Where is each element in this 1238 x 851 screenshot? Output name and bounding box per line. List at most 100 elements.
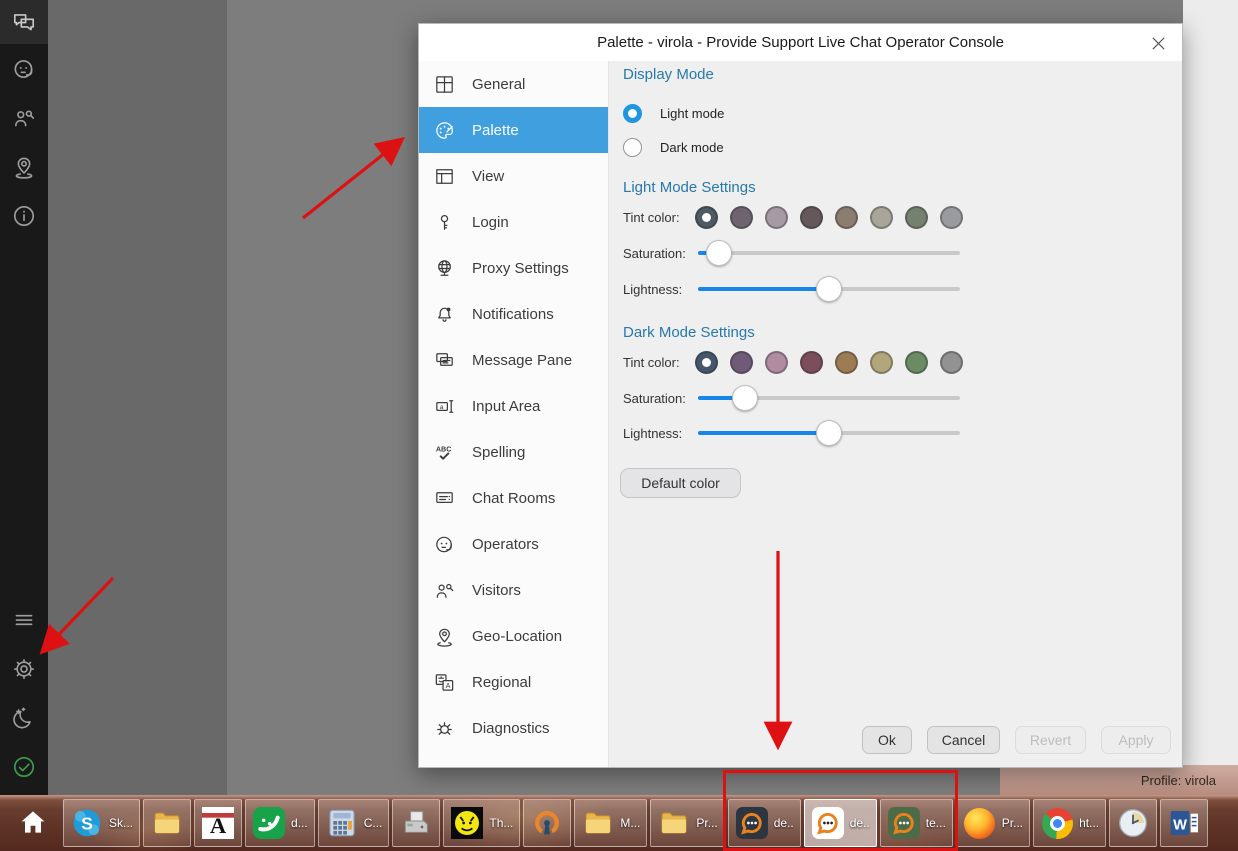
light-saturation-slider[interactable] bbox=[698, 240, 960, 266]
sidebar-item-visitors[interactable] bbox=[0, 93, 48, 142]
nav-item-proxy-settings[interactable]: Proxy Settings bbox=[419, 245, 608, 291]
light-lightness-row: Lightness: bbox=[623, 276, 960, 302]
cancel-button[interactable]: Cancel bbox=[927, 726, 1000, 754]
radio-unselected-icon[interactable] bbox=[623, 138, 642, 157]
word-icon: W bbox=[1167, 806, 1201, 840]
slider-thumb[interactable] bbox=[732, 385, 758, 411]
tint-swatch[interactable] bbox=[870, 206, 893, 229]
light-lightness-label: Lightness: bbox=[623, 282, 698, 297]
nav-item-login[interactable]: Login bbox=[419, 199, 608, 245]
sidebar-item-chats[interactable] bbox=[0, 0, 48, 44]
taskbar-item-skype[interactable]: SSk... bbox=[63, 799, 140, 847]
dark-saturation-row: Saturation: bbox=[623, 385, 960, 411]
tint-swatch[interactable] bbox=[905, 206, 928, 229]
taskbar-item-file-explorer[interactable] bbox=[143, 799, 191, 847]
tint-swatch[interactable] bbox=[730, 351, 753, 374]
svg-text:ABC: ABC bbox=[436, 445, 452, 453]
ok-button[interactable]: Ok bbox=[862, 726, 912, 754]
nav-item-label: Notifications bbox=[472, 306, 554, 323]
light-saturation-row: Saturation: bbox=[623, 240, 960, 266]
tint-swatch[interactable] bbox=[800, 351, 823, 374]
nav-item-general[interactable]: General bbox=[419, 61, 608, 107]
taskbar-item-openvpn[interactable] bbox=[523, 799, 571, 847]
taskbar-item-font-viewer[interactable]: A bbox=[194, 799, 242, 847]
tint-swatch-selected[interactable] bbox=[695, 351, 718, 374]
nav-item-visitors[interactable]: Visitors bbox=[419, 567, 608, 613]
sidebar-item-settings[interactable] bbox=[0, 644, 48, 693]
nav-item-notifications[interactable]: Notifications bbox=[419, 291, 608, 337]
tint-swatch[interactable] bbox=[870, 351, 893, 374]
light-settings-heading: Light Mode Settings bbox=[623, 179, 756, 196]
taskbar-item-th-app[interactable]: Th... bbox=[443, 799, 520, 847]
taskbar-item-chrome[interactable]: ht... bbox=[1033, 799, 1106, 847]
taskbar-item-home[interactable] bbox=[6, 799, 60, 845]
tint-swatch[interactable] bbox=[835, 206, 858, 229]
nav-item-input-area[interactable]: aInput Area bbox=[419, 383, 608, 429]
calculator-icon bbox=[325, 806, 359, 840]
taskbar-item-firefox[interactable]: Pr... bbox=[956, 799, 1030, 847]
nav-item-palette[interactable]: Palette bbox=[419, 107, 608, 153]
taskbar-item-word[interactable]: W bbox=[1160, 799, 1208, 847]
taskbar-item-printer[interactable] bbox=[392, 799, 440, 847]
taskbar-item-label: d... bbox=[291, 816, 308, 830]
slider-thumb[interactable] bbox=[816, 420, 842, 446]
slider-thumb[interactable] bbox=[706, 240, 732, 266]
sidebar-item-menu[interactable] bbox=[0, 595, 48, 644]
nav-item-geo-location[interactable]: Geo-Location bbox=[419, 613, 608, 659]
taskbar-item-label: C... bbox=[364, 816, 383, 830]
light-tint-row: Tint color: bbox=[623, 205, 963, 229]
moon-icon bbox=[11, 705, 37, 731]
taskbar-item-folder-pr[interactable]: Pr... bbox=[650, 799, 724, 847]
tint-swatch[interactable] bbox=[940, 351, 963, 374]
chat-rooms-icon bbox=[433, 487, 456, 510]
palette-icon bbox=[433, 119, 456, 142]
display-mode-option-dark-mode[interactable]: Dark mode bbox=[623, 130, 724, 164]
slider-thumb[interactable] bbox=[816, 276, 842, 302]
sidebar-item-night-mode[interactable] bbox=[0, 693, 48, 742]
nav-item-label: View bbox=[472, 168, 504, 185]
tint-swatch[interactable] bbox=[835, 351, 858, 374]
nav-item-diagnostics[interactable]: Diagnostics bbox=[419, 705, 608, 751]
sidebar-item-info[interactable] bbox=[0, 191, 48, 240]
skype-icon: S bbox=[70, 806, 104, 840]
tint-swatch[interactable] bbox=[800, 206, 823, 229]
taskbar-item-chat-green[interactable]: te... bbox=[880, 799, 953, 847]
annotation-highlight-box: de..de..te... bbox=[728, 799, 953, 847]
dark-lightness-slider[interactable] bbox=[698, 420, 960, 446]
taskbar-item-folder-m[interactable]: M... bbox=[574, 799, 647, 847]
tint-swatch[interactable] bbox=[765, 206, 788, 229]
gear-icon bbox=[11, 656, 37, 682]
nav-item-chat-rooms[interactable]: Chat Rooms bbox=[419, 475, 608, 521]
close-icon[interactable] bbox=[1144, 29, 1172, 57]
taskbar-item-clock[interactable] bbox=[1109, 799, 1157, 847]
default-color-button[interactable]: Default color bbox=[620, 468, 741, 498]
tint-swatch-selected[interactable] bbox=[695, 206, 718, 229]
tint-swatch[interactable] bbox=[940, 206, 963, 229]
operators-icon bbox=[433, 533, 456, 556]
check-circle-icon bbox=[11, 754, 37, 780]
taskbar-item-calculator[interactable]: C... bbox=[318, 799, 390, 847]
light-lightness-slider[interactable] bbox=[698, 276, 960, 302]
settings-nav: GeneralPalette View LoginProxy Settings Not… bbox=[419, 61, 609, 767]
taskbar-item-green-app[interactable]: d... bbox=[245, 799, 315, 847]
nav-item-spelling[interactable]: ABCSpelling bbox=[419, 429, 608, 475]
nav-item-operators[interactable]: Operators bbox=[419, 521, 608, 567]
firefox-icon bbox=[963, 806, 997, 840]
taskbar-item-chat-white[interactable]: de.. bbox=[804, 799, 877, 847]
taskbar-item-chat-dark[interactable]: de.. bbox=[728, 799, 801, 847]
sidebar-item-operators[interactable] bbox=[0, 44, 48, 93]
nav-item-view[interactable]: View bbox=[419, 153, 608, 199]
display-mode-option-light-mode[interactable]: Light mode bbox=[623, 96, 724, 130]
nav-item-label: Operators bbox=[472, 536, 539, 553]
hamburger-icon bbox=[11, 607, 37, 633]
sidebar-item-status-online[interactable] bbox=[0, 742, 48, 791]
radio-selected-icon[interactable] bbox=[623, 104, 642, 123]
nav-item-message-pane[interactable]: Message Pane bbox=[419, 337, 608, 383]
sidebar-item-geo-location[interactable] bbox=[0, 142, 48, 191]
dark-saturation-slider[interactable] bbox=[698, 385, 960, 411]
input-area-icon: a bbox=[433, 395, 456, 418]
tint-swatch[interactable] bbox=[905, 351, 928, 374]
nav-item-regional[interactable]: ARegional bbox=[419, 659, 608, 705]
tint-swatch[interactable] bbox=[765, 351, 788, 374]
tint-swatch[interactable] bbox=[730, 206, 753, 229]
